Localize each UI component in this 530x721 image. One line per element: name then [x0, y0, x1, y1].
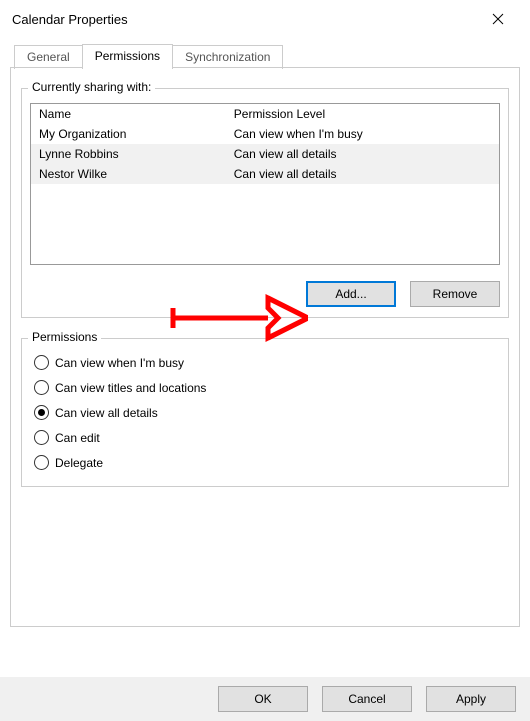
- tab-permissions[interactable]: Permissions: [82, 44, 173, 68]
- sharing-legend: Currently sharing with:: [28, 80, 155, 94]
- add-button[interactable]: Add...: [306, 281, 396, 307]
- dialog-button-bar: OK Cancel Apply: [0, 677, 530, 721]
- radio-icon: [34, 405, 49, 420]
- sharing-table: Name Permission Level My Organization Ca…: [31, 104, 499, 184]
- radio-busy[interactable]: Can view when I'm busy: [34, 355, 496, 370]
- titlebar: Calendar Properties: [0, 0, 530, 36]
- col-level[interactable]: Permission Level: [226, 104, 499, 124]
- permissions-radio-group: Can view when I'm busy Can view titles a…: [30, 349, 500, 476]
- permissions-fieldset: Permissions Can view when I'm busy Can v…: [21, 338, 509, 487]
- radio-label: Can view when I'm busy: [55, 356, 184, 370]
- sharing-fieldset: Currently sharing with: Name Permission …: [21, 88, 509, 318]
- radio-icon: [34, 380, 49, 395]
- table-row[interactable]: Nestor Wilke Can view all details: [31, 164, 499, 184]
- col-name[interactable]: Name: [31, 104, 226, 124]
- close-button[interactable]: [478, 5, 518, 33]
- radio-label: Can view all details: [55, 406, 158, 420]
- radio-label: Can edit: [55, 431, 100, 445]
- window-title: Calendar Properties: [12, 12, 128, 27]
- radio-details[interactable]: Can view all details: [34, 405, 496, 420]
- table-row[interactable]: Lynne Robbins Can view all details: [31, 144, 499, 164]
- close-icon: [492, 13, 504, 25]
- radio-label: Can view titles and locations: [55, 381, 206, 395]
- remove-button[interactable]: Remove: [410, 281, 500, 307]
- tab-general[interactable]: General: [14, 45, 83, 69]
- cell-name: Nestor Wilke: [31, 164, 226, 184]
- radio-label: Delegate: [55, 456, 103, 470]
- tab-synchronization[interactable]: Synchronization: [172, 45, 283, 69]
- permissions-legend: Permissions: [28, 330, 101, 344]
- radio-icon: [34, 430, 49, 445]
- sharing-actions: Add... Remove: [30, 281, 500, 307]
- cell-name: My Organization: [31, 124, 226, 144]
- tab-strip: General Permissions Synchronization: [14, 44, 520, 68]
- radio-icon: [34, 355, 49, 370]
- radio-titles[interactable]: Can view titles and locations: [34, 380, 496, 395]
- cell-name: Lynne Robbins: [31, 144, 226, 164]
- radio-edit[interactable]: Can edit: [34, 430, 496, 445]
- radio-icon: [34, 455, 49, 470]
- cell-level: Can view all details: [226, 164, 499, 184]
- cell-level: Can view when I'm busy: [226, 124, 499, 144]
- cell-level: Can view all details: [226, 144, 499, 164]
- table-header-row: Name Permission Level: [31, 104, 499, 124]
- apply-button[interactable]: Apply: [426, 686, 516, 712]
- tab-panel-permissions: Currently sharing with: Name Permission …: [10, 67, 520, 627]
- radio-delegate[interactable]: Delegate: [34, 455, 496, 470]
- ok-button[interactable]: OK: [218, 686, 308, 712]
- sharing-list[interactable]: Name Permission Level My Organization Ca…: [30, 103, 500, 265]
- table-row[interactable]: My Organization Can view when I'm busy: [31, 124, 499, 144]
- cancel-button[interactable]: Cancel: [322, 686, 412, 712]
- dialog-content: General Permissions Synchronization Curr…: [0, 36, 530, 627]
